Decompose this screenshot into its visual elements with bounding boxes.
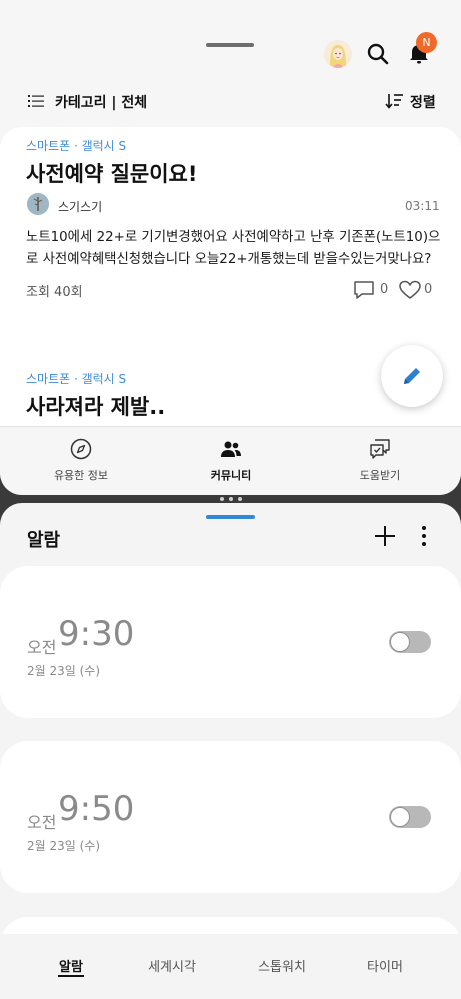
clock-app: 알람 오전 9:30 2월 23일 (수) 오전 9:50 2월 23일 (수)… (0, 503, 461, 999)
community-bottom-nav: 유용한 정보 커뮤니티 도움받기 (0, 426, 461, 495)
search-button[interactable] (364, 40, 392, 68)
sort-button[interactable]: 정렬 (410, 92, 436, 112)
active-tab-indicator (58, 975, 84, 977)
help-chat-icon (370, 439, 390, 459)
write-post-button[interactable] (381, 345, 443, 407)
nav-label: 커뮤니티 (210, 469, 252, 482)
notification-badge: N (416, 32, 437, 53)
add-alarm-button[interactable] (372, 523, 398, 549)
author-photo-icon (27, 193, 49, 215)
alarm-item[interactable]: 오전 9:50 2월 23일 (수) (0, 741, 461, 893)
dot (238, 497, 242, 501)
alarm-date: 2월 23일 (수) (27, 664, 101, 678)
post-category-tag: 스마트폰 · 갤럭시 S (26, 372, 127, 386)
post-title: 사라져라 제발.. (26, 395, 166, 419)
post-title: 사전예약 질문이요! (26, 162, 198, 186)
profile-avatar[interactable] (324, 40, 352, 68)
nav-community[interactable]: 커뮤니티 (171, 437, 291, 483)
tab-alarm[interactable]: 알람 (26, 956, 116, 975)
dot (220, 497, 224, 501)
nav-useful-info[interactable]: 유용한 정보 (21, 437, 141, 483)
alarm-item[interactable]: 오전 9:30 2월 23일 (수) (0, 566, 461, 718)
people-icon (221, 441, 241, 457)
alarm-time: 9:50 (58, 789, 135, 829)
list-icon (28, 95, 44, 107)
comment-count: 0 (380, 282, 389, 297)
window-focus-handle[interactable] (206, 515, 255, 519)
search-icon (367, 43, 389, 65)
compass-icon (70, 438, 92, 460)
split-screen-handle[interactable] (214, 495, 248, 503)
clock-tab-bar: 알람 세계시각 스톱워치 타이머 (0, 934, 461, 999)
page-title: 알람 (27, 530, 61, 551)
heart-icon[interactable] (398, 279, 422, 301)
pencil-icon (404, 368, 420, 384)
post-author: 스기스기 (58, 200, 103, 214)
post-body: 노트10에세 22+로 기기변경했어요 사전예약하고 난후 기존폰(노트10)으… (26, 230, 441, 267)
window-drag-handle[interactable] (206, 43, 254, 47)
community-app: N 카테고리 | 전체 정렬 스마트폰 · 갤럭시 S 사전예약 질문이요! 스… (0, 0, 461, 495)
author-avatar (27, 193, 49, 215)
nav-label: 유용한 정보 (53, 469, 109, 482)
tab-world-clock[interactable]: 세계시각 (127, 956, 217, 975)
category-bar: 카테고리 | 전체 정렬 (0, 86, 461, 118)
alarm-toggle[interactable] (389, 631, 431, 653)
nav-get-help[interactable]: 도움받기 (320, 437, 440, 483)
alarm-date: 2월 23일 (수) (27, 839, 101, 853)
alarm-toggle[interactable] (389, 806, 431, 828)
alarm-time: 9:30 (58, 614, 135, 654)
nav-label: 도움받기 (359, 469, 401, 482)
more-vertical-icon (422, 526, 426, 546)
sort-icon[interactable] (384, 91, 404, 111)
post-category-tag: 스마트폰 · 갤럭시 S (26, 139, 127, 153)
plus-icon (375, 526, 395, 546)
comment-icon[interactable] (352, 279, 376, 301)
like-count: 0 (424, 282, 433, 297)
tab-stopwatch[interactable]: 스톱워치 (237, 956, 327, 975)
avatar-illustration-icon (324, 40, 352, 68)
alarm-ampm: 오전 (27, 638, 57, 657)
alarm-ampm: 오전 (27, 813, 57, 832)
post-views: 조회 40회 (26, 285, 83, 300)
post-time: 03:11 (405, 199, 440, 213)
category-filter[interactable]: 카테고리 | 전체 (55, 92, 147, 112)
tab-timer[interactable]: 타이머 (340, 956, 430, 975)
more-options-button[interactable] (414, 523, 434, 549)
dot (229, 497, 233, 501)
